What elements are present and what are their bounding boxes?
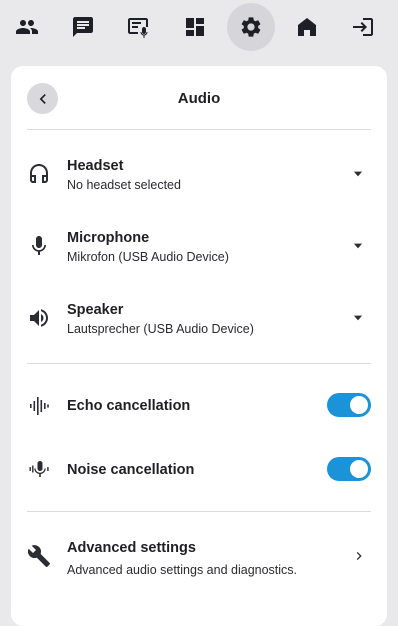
advanced-settings-link[interactable]: Advanced settings Advanced audio setting… — [11, 528, 387, 584]
headset-value: No headset selected — [67, 178, 181, 192]
toggle-knob — [350, 396, 368, 414]
panel-title: Audio — [177, 90, 221, 107]
speaker-select[interactable]: Speaker Lautsprecher (USB Audio Device) — [11, 290, 387, 346]
noise-cancellation-toggle[interactable] — [327, 457, 371, 481]
echo-cancellation-label: Echo cancellation — [67, 398, 191, 414]
headset-label: Headset — [67, 158, 124, 174]
microphone-label: Microphone — [67, 230, 150, 246]
gear-icon — [241, 17, 261, 37]
divider — [27, 363, 371, 364]
dropdown-caret-icon — [351, 311, 365, 325]
divider — [27, 511, 371, 512]
headset-select[interactable]: Headset No headset selected — [11, 146, 387, 202]
people-icon — [16, 20, 38, 34]
advanced-settings-description: Advanced audio settings and diagnostics. — [67, 563, 298, 577]
noise-mic-icon — [27, 458, 51, 482]
noise-cancellation-label: Noise cancellation — [67, 462, 195, 478]
audio-settings-panel: Audio Headset No headset selected Microp… — [11, 66, 387, 626]
speaker-value: Lautsprecher (USB Audio Device) — [67, 322, 254, 336]
speaker-label: Speaker — [67, 302, 124, 318]
apps-button[interactable] — [171, 3, 219, 51]
waveform-icon — [27, 394, 51, 418]
home-button[interactable] — [283, 3, 331, 51]
wrench-icon — [27, 544, 51, 568]
divider — [27, 129, 371, 130]
chat-button[interactable] — [59, 3, 107, 51]
toggle-knob — [350, 460, 368, 478]
presentation-mic-button[interactable] — [115, 3, 163, 51]
top-toolbar — [0, 0, 398, 54]
dropdown-caret-icon — [351, 167, 365, 181]
echo-cancellation-row: Echo cancellation — [11, 384, 387, 428]
presentation-mic-icon — [128, 18, 148, 38]
chevron-right-icon — [351, 548, 367, 564]
microphone-value: Mikrofon (USB Audio Device) — [67, 250, 229, 264]
exit-button[interactable] — [339, 3, 387, 51]
exit-icon — [353, 18, 373, 36]
speaker-icon — [27, 306, 51, 330]
microphone-icon — [27, 234, 51, 258]
dropdown-caret-icon — [351, 239, 365, 253]
advanced-settings-label: Advanced settings — [67, 540, 196, 556]
headset-icon — [27, 162, 51, 186]
apps-grid-icon — [186, 18, 204, 36]
noise-cancellation-row: Noise cancellation — [11, 448, 387, 492]
panel-header: Audio — [11, 66, 387, 130]
home-icon — [298, 18, 316, 36]
chat-icon — [73, 17, 93, 37]
echo-cancellation-toggle[interactable] — [327, 393, 371, 417]
settings-button[interactable] — [227, 3, 275, 51]
people-button[interactable] — [3, 3, 51, 51]
microphone-select[interactable]: Microphone Mikrofon (USB Audio Device) — [11, 218, 387, 274]
